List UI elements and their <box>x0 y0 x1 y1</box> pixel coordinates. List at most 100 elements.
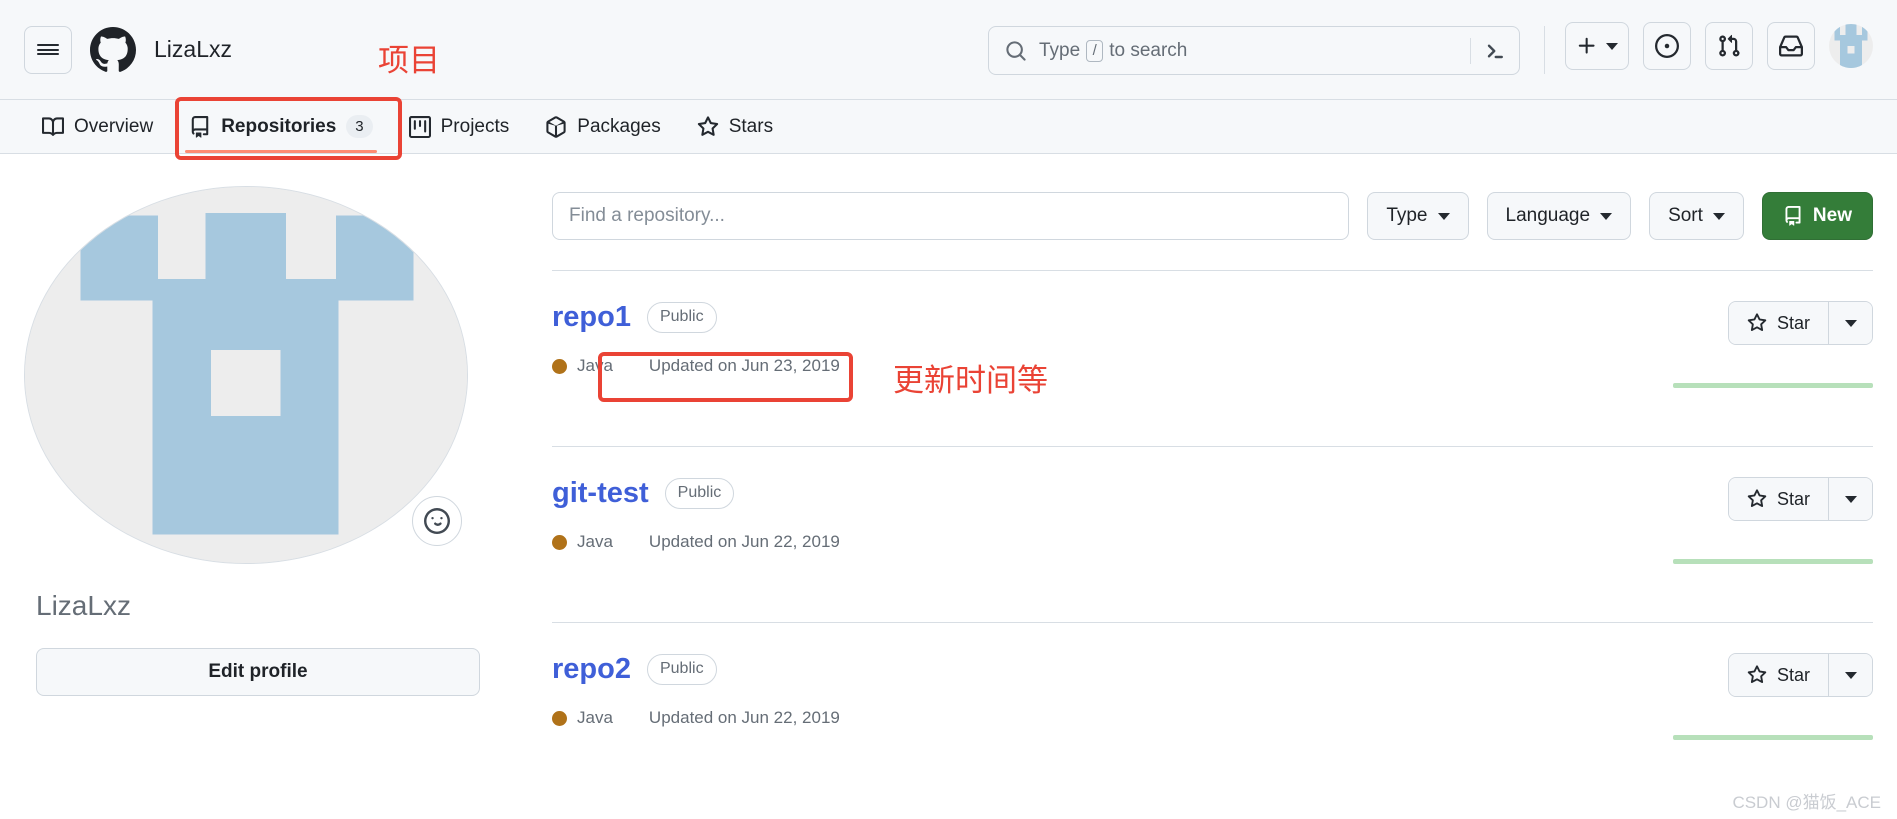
book-icon <box>42 116 64 136</box>
edit-profile-button[interactable]: Edit profile <box>36 648 480 696</box>
activity-sparkline <box>1673 383 1873 388</box>
sort-filter-label: Sort <box>1668 205 1703 226</box>
plus-icon <box>1578 37 1595 54</box>
issues-button[interactable] <box>1643 22 1691 70</box>
set-status-button[interactable] <box>412 496 462 546</box>
profile-nav-tabs: Overview Repositories 3 Projects Package… <box>0 100 1897 154</box>
tab-repositories-count: 3 <box>346 114 373 139</box>
chevron-down-icon <box>1844 319 1857 327</box>
chevron-down-icon <box>1437 212 1450 220</box>
star-icon <box>697 115 718 136</box>
repo-language: Java <box>577 356 613 375</box>
repo-icon <box>191 115 209 138</box>
star-dropdown-button[interactable] <box>1828 654 1872 696</box>
repo-info: repo2 Public Java Updated on Jun 22, 201… <box>552 653 1573 728</box>
repo-actions: Star <box>1573 653 1873 740</box>
github-logo-icon[interactable] <box>90 26 136 73</box>
star-button-group: Star <box>1727 653 1873 697</box>
type-filter[interactable]: Type <box>1367 192 1469 240</box>
repo-name-link[interactable]: git-test <box>552 477 649 510</box>
language-color-dot <box>552 534 567 550</box>
pull-requests-button[interactable] <box>1705 22 1753 70</box>
table-row: git-test Public Java Updated on Jun 22, … <box>552 446 1873 622</box>
tab-stars-label: Stars <box>728 115 774 137</box>
hamburger-icon <box>37 43 59 46</box>
find-repository-input[interactable] <box>552 192 1350 240</box>
star-button-label: Star <box>1776 312 1810 333</box>
repo-name-link[interactable]: repo1 <box>552 301 631 334</box>
header-actions <box>1565 22 1873 70</box>
tab-packages-label: Packages <box>577 115 661 137</box>
star-button-group: Star <box>1727 477 1873 521</box>
profile-avatar[interactable] <box>24 186 468 564</box>
language-color-dot <box>552 358 567 374</box>
activity-sparkline <box>1673 735 1873 740</box>
star-button[interactable]: Star <box>1728 478 1828 520</box>
profile-username: LizaLxz <box>36 590 131 621</box>
repo-title-line: repo1 Public <box>552 301 1573 334</box>
tab-stars[interactable]: Stars <box>679 100 791 153</box>
user-avatar[interactable] <box>1829 24 1873 68</box>
star-dropdown-button[interactable] <box>1828 302 1872 344</box>
chevron-down-icon <box>1606 42 1618 50</box>
tab-packages[interactable]: Packages <box>527 100 678 153</box>
search-divider <box>1470 37 1471 64</box>
tab-overview[interactable]: Overview <box>24 100 171 153</box>
repo-actions: Star <box>1573 477 1873 564</box>
inbox-icon <box>1779 35 1803 57</box>
notifications-button[interactable] <box>1767 22 1815 70</box>
star-button[interactable]: Star <box>1728 654 1828 696</box>
create-new-button[interactable] <box>1565 22 1629 70</box>
terminal-icon[interactable] <box>1483 39 1507 63</box>
star-dropdown-button[interactable] <box>1828 478 1872 520</box>
status-badge: Public <box>646 302 717 333</box>
chevron-down-icon <box>1600 212 1613 220</box>
project-table-icon <box>408 115 431 138</box>
repo-actions: Star <box>1573 301 1873 388</box>
profile-avatar-wrap <box>24 186 468 564</box>
repo-updated-time: Updated on Jun 23, 2019 <box>648 356 840 375</box>
language-filter-label: Language <box>1505 205 1591 226</box>
profile-sidebar: LizaLxz Edit profile <box>24 154 496 798</box>
global-search-input[interactable]: Type / to search <box>988 26 1520 75</box>
new-repository-button[interactable]: New <box>1761 192 1873 240</box>
tab-projects[interactable]: Projects <box>391 100 528 153</box>
new-repository-label: New <box>1812 205 1852 226</box>
tab-projects-label: Projects <box>440 115 510 137</box>
search-slash-key: / <box>1086 39 1104 62</box>
repo-info: git-test Public Java Updated on Jun 22, … <box>552 477 1573 552</box>
global-header: LizaLxz Type / to search <box>0 0 1897 100</box>
sort-filter[interactable]: Sort <box>1649 192 1744 240</box>
repo-icon <box>1785 206 1801 226</box>
chevron-down-icon <box>1844 495 1857 503</box>
hamburger-menu-button[interactable] <box>24 25 72 74</box>
search-placeholder: Type / to search <box>1039 39 1187 62</box>
status-badge: Public <box>646 654 717 685</box>
status-badge: Public <box>664 478 735 509</box>
smiley-icon <box>424 508 450 534</box>
search-icon <box>1005 40 1027 62</box>
header-owner-name[interactable]: LizaLxz <box>154 36 232 63</box>
repositories-main: Type Language Sort New <box>496 154 1873 798</box>
tab-repositories[interactable]: Repositories 3 <box>171 100 390 153</box>
star-button-label: Star <box>1776 664 1810 685</box>
repo-info: repo1 Public Java Updated on Jun 23, 201… <box>552 301 1573 376</box>
issue-opened-icon <box>1655 34 1679 58</box>
repo-updated-time: Updated on Jun 22, 2019 <box>648 708 840 727</box>
repo-meta: Java Updated on Jun 22, 2019 <box>552 708 1573 728</box>
github-profile-page: LizaLxz Type / to search Overview Reposi… <box>0 0 1897 819</box>
search-placeholder-prefix: Type <box>1039 39 1081 61</box>
repo-name-link[interactable]: repo2 <box>552 653 631 686</box>
git-pull-request-icon <box>1719 34 1740 57</box>
watermark: CSDN @猫饭_ACE <box>1732 793 1881 812</box>
star-button[interactable]: Star <box>1728 302 1828 344</box>
page-body: LizaLxz Edit profile Type Language Sort <box>0 154 1897 798</box>
tab-overview-label: Overview <box>74 115 154 137</box>
header-divider <box>1544 26 1545 74</box>
tab-repositories-label: Repositories <box>221 115 337 137</box>
type-filter-label: Type <box>1386 205 1428 226</box>
repo-title-line: repo2 Public <box>552 653 1573 686</box>
repo-language: Java <box>577 532 613 551</box>
repo-meta: Java Updated on Jun 22, 2019 <box>552 532 1573 552</box>
language-filter[interactable]: Language <box>1486 192 1632 240</box>
